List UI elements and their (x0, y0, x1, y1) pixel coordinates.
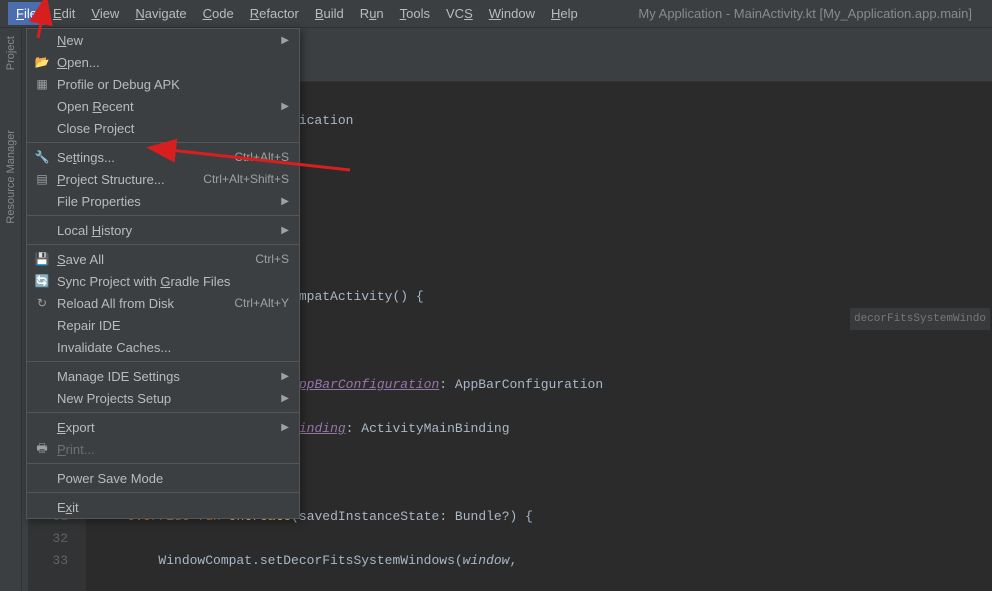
wrench-icon: 🔧 (33, 149, 51, 165)
chevron-right-icon: ▶ (281, 225, 289, 236)
menu-tools[interactable]: Tools (392, 2, 438, 25)
menu-reload-disk[interactable]: ↻Reload All from DiskCtrl+Alt+Y (27, 292, 299, 314)
print-icon: 🖶 (33, 441, 51, 457)
chevron-right-icon: ▶ (281, 101, 289, 112)
window-title: My Application - MainActivity.kt [My_App… (638, 6, 984, 21)
panel-project[interactable]: Project (5, 36, 17, 70)
menu-open-recent[interactable]: Open Recent▶ (27, 95, 299, 117)
menu-exit[interactable]: Exit (27, 496, 299, 518)
menu-new[interactable]: New▶ (27, 29, 299, 51)
menu-new-projects-setup[interactable]: New Projects Setup▶ (27, 387, 299, 409)
menu-vcs[interactable]: VCS (438, 2, 481, 25)
menu-navigate[interactable]: Navigate (127, 2, 194, 25)
param-hint: decorFitsSystemWindo (850, 308, 990, 330)
menu-separator (27, 492, 299, 493)
menubar: File Edit View Navigate Code Refactor Bu… (0, 0, 992, 28)
menu-separator (27, 361, 299, 362)
apk-icon: ▦ (33, 76, 51, 92)
file-menu-dropdown: New▶ 📂Open... ▦Profile or Debug APK Open… (26, 28, 300, 519)
chevron-right-icon: ▶ (281, 371, 289, 382)
menu-code[interactable]: Code (195, 2, 242, 25)
menu-invalidate-caches[interactable]: Invalidate Caches... (27, 336, 299, 358)
menu-help[interactable]: Help (543, 2, 586, 25)
menu-sync-gradle[interactable]: 🔄Sync Project with Gradle Files (27, 270, 299, 292)
menu-profile-apk[interactable]: ▦Profile or Debug APK (27, 73, 299, 95)
menu-export[interactable]: Export▶ (27, 416, 299, 438)
chevron-right-icon: ▶ (281, 196, 289, 207)
menu-separator (27, 142, 299, 143)
menu-separator (27, 463, 299, 464)
menu-save-all[interactable]: 💾Save AllCtrl+S (27, 248, 299, 270)
structure-icon: ▤ (33, 171, 51, 187)
menu-settings[interactable]: 🔧Settings...Ctrl+Alt+S (27, 146, 299, 168)
chevron-right-icon: ▶ (281, 422, 289, 433)
menu-run[interactable]: Run (352, 2, 392, 25)
menu-repair-ide[interactable]: Repair IDE (27, 314, 299, 336)
menu-build[interactable]: Build (307, 2, 352, 25)
menu-power-save[interactable]: Power Save Mode (27, 467, 299, 489)
menu-window[interactable]: Window (481, 2, 543, 25)
folder-open-icon: 📂 (33, 54, 51, 70)
menu-view[interactable]: View (83, 2, 127, 25)
menu-open[interactable]: 📂Open... (27, 51, 299, 73)
chevron-right-icon: ▶ (281, 393, 289, 404)
menu-close-project[interactable]: Close Project (27, 117, 299, 139)
menu-separator (27, 215, 299, 216)
menu-project-structure[interactable]: ▤Project Structure...Ctrl+Alt+Shift+S (27, 168, 299, 190)
menu-manage-ide-settings[interactable]: Manage IDE Settings▶ (27, 365, 299, 387)
menu-refactor[interactable]: Refactor (242, 2, 307, 25)
panel-resource-manager[interactable]: Resource Manager (5, 130, 17, 224)
chevron-right-icon: ▶ (281, 35, 289, 46)
menu-file-properties[interactable]: File Properties▶ (27, 190, 299, 212)
sync-icon: 🔄 (33, 273, 51, 289)
reload-icon: ↻ (33, 295, 51, 311)
menu-file[interactable]: File (8, 2, 45, 25)
menu-separator (27, 412, 299, 413)
save-icon: 💾 (33, 251, 51, 267)
menu-print[interactable]: 🖶Print... (27, 438, 299, 460)
menu-separator (27, 244, 299, 245)
blank-icon (33, 32, 51, 48)
tool-window-bar: Project Resource Manager (0, 28, 22, 591)
menu-local-history[interactable]: Local History▶ (27, 219, 299, 241)
menu-edit[interactable]: Edit (45, 2, 83, 25)
